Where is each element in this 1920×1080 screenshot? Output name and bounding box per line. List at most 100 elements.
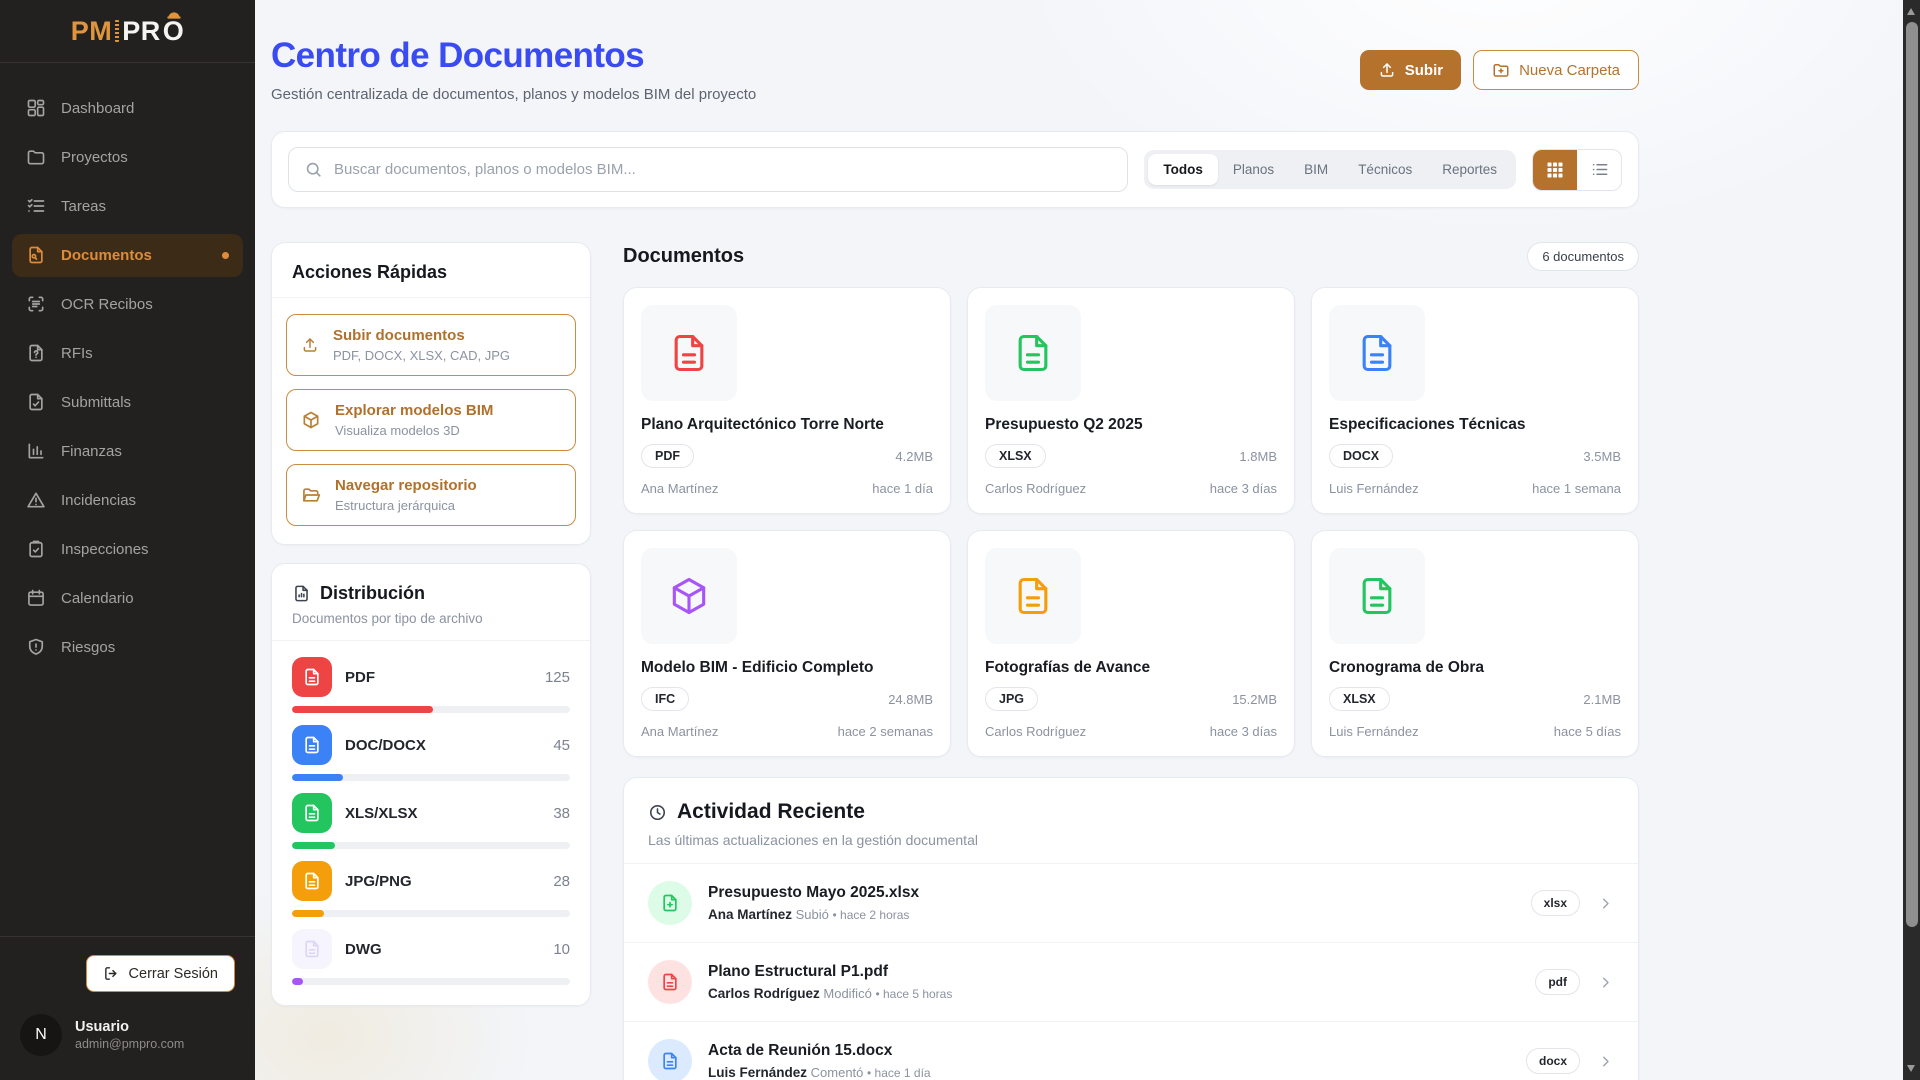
sidebar-item-label: Dashboard bbox=[61, 100, 134, 117]
file-type-icon bbox=[292, 725, 332, 765]
activity-ext-pill: xlsx bbox=[1531, 890, 1580, 916]
file-type-label: JPG/PNG bbox=[345, 873, 412, 890]
filter-tab-bim[interactable]: BIM bbox=[1289, 154, 1343, 185]
distribution-row-jpg-png: JPG/PNG 28 bbox=[292, 861, 570, 917]
document-card[interactable]: Fotografías de Avance JPG 15.2MB Carlos … bbox=[967, 530, 1295, 757]
activity-meta: Carlos Rodríguez Modificó • hace 5 horas bbox=[708, 986, 952, 1001]
filter-tab-reportes[interactable]: Reportes bbox=[1427, 154, 1512, 185]
sidebar-item-submittals[interactable]: Submittals bbox=[12, 381, 243, 424]
logout-button[interactable]: Cerrar Sesión bbox=[86, 955, 235, 992]
sidebar-item-proyectos[interactable]: Proyectos bbox=[12, 136, 243, 179]
distribution-bar bbox=[292, 978, 570, 985]
search-box[interactable] bbox=[288, 147, 1128, 192]
sidebar-item-dashboard[interactable]: Dashboard bbox=[12, 87, 243, 130]
quick-action-cube[interactable]: Explorar modelos BIM Visualiza modelos 3… bbox=[286, 389, 576, 451]
main-content: Centro de Documentos Gestión centralizad… bbox=[255, 0, 1903, 1080]
file-type-icon bbox=[292, 929, 332, 969]
distribution-bar bbox=[292, 706, 570, 713]
user-profile[interactable]: N Usuario admin@pmpro.com bbox=[0, 1006, 255, 1080]
document-author: Ana Martínez bbox=[641, 724, 718, 739]
activity-item[interactable]: Plano Estructural P1.pdf Carlos Rodrígue… bbox=[624, 942, 1638, 1021]
activity-ext-pill: pdf bbox=[1535, 969, 1580, 995]
shield-alert-icon bbox=[26, 637, 47, 658]
sidebar-item-ocr-recibos[interactable]: OCR Recibos bbox=[12, 283, 243, 326]
activity-file-name: Plano Estructural P1.pdf bbox=[708, 963, 952, 981]
chevron-right-icon bbox=[1597, 1053, 1614, 1070]
quick-action-subtitle: Visualiza modelos 3D bbox=[335, 423, 493, 438]
activity-item[interactable]: Acta de Reunión 15.docx Luis Fernández C… bbox=[624, 1021, 1638, 1080]
filter-tab-planos[interactable]: Planos bbox=[1218, 154, 1289, 185]
search-input[interactable] bbox=[334, 161, 1112, 178]
alert-triangle-icon bbox=[26, 490, 47, 511]
file-type-icon bbox=[292, 657, 332, 697]
window-scrollbar[interactable] bbox=[1903, 0, 1920, 1080]
distribution-row-dwg: DWG 10 bbox=[292, 929, 570, 985]
sidebar-item-tareas[interactable]: Tareas bbox=[12, 185, 243, 228]
document-size: 3.5MB bbox=[1583, 449, 1621, 464]
grid-view-button[interactable] bbox=[1533, 150, 1577, 190]
logo-text-pr: PR bbox=[122, 16, 161, 47]
file-type-icon bbox=[292, 793, 332, 833]
sidebar-item-rfis[interactable]: RFIs bbox=[12, 332, 243, 375]
document-author: Ana Martínez bbox=[641, 481, 718, 496]
document-name: Modelo BIM - Edificio Completo bbox=[641, 659, 933, 677]
document-time: hace 3 días bbox=[1210, 724, 1277, 739]
document-size: 1.8MB bbox=[1239, 449, 1277, 464]
scrollbar-thumb[interactable] bbox=[1906, 22, 1918, 927]
sidebar-item-label: Riesgos bbox=[61, 639, 115, 656]
recent-activity-card: Actividad Reciente Las últimas actualiza… bbox=[623, 777, 1639, 1080]
file-type-icon bbox=[292, 861, 332, 901]
document-name: Especificaciones Técnicas bbox=[1329, 416, 1621, 434]
quick-action-upload[interactable]: Subir documentos PDF, DOCX, XLSX, CAD, J… bbox=[286, 314, 576, 376]
scrollbar-down-arrow[interactable] bbox=[1907, 1065, 1915, 1072]
file-plus-icon bbox=[648, 881, 692, 925]
quick-action-subtitle: Estructura jerárquica bbox=[335, 498, 477, 513]
documents-section-title: Documentos bbox=[623, 245, 744, 268]
quick-actions-card: Acciones Rápidas Subir documentos PDF, D… bbox=[271, 242, 591, 545]
sidebar-item-riesgos[interactable]: Riesgos bbox=[12, 626, 243, 669]
list-view-button[interactable] bbox=[1577, 150, 1621, 190]
sidebar-item-label: Inspecciones bbox=[61, 541, 149, 558]
file-chart-icon bbox=[292, 584, 311, 603]
filter-tab-todos[interactable]: Todos bbox=[1148, 154, 1218, 185]
scrollbar-up-arrow[interactable] bbox=[1907, 8, 1915, 15]
sidebar-nav: Dashboard Proyectos Tareas Documentos OC… bbox=[0, 73, 255, 683]
distribution-bar bbox=[292, 910, 570, 917]
document-name: Fotografías de Avance bbox=[985, 659, 1277, 677]
document-card[interactable]: Plano Arquitectónico Torre Norte PDF 4.2… bbox=[623, 287, 951, 514]
documents-count-badge: 6 documentos bbox=[1527, 242, 1639, 271]
sidebar-item-incidencias[interactable]: Incidencias bbox=[12, 479, 243, 522]
activity-file-name: Acta de Reunión 15.docx bbox=[708, 1042, 931, 1060]
upload-button[interactable]: Subir bbox=[1360, 50, 1461, 90]
document-type-pill: IFC bbox=[641, 687, 689, 711]
file-icon bbox=[648, 1039, 692, 1080]
upload-icon bbox=[301, 336, 319, 354]
activity-item[interactable]: Presupuesto Mayo 2025.xlsx Ana Martínez … bbox=[624, 864, 1638, 942]
page-subtitle: Gestión centralizada de documentos, plan… bbox=[271, 86, 756, 103]
sidebar-item-calendario[interactable]: Calendario bbox=[12, 577, 243, 620]
document-card[interactable]: Presupuesto Q2 2025 XLSX 1.8MB Carlos Ro… bbox=[967, 287, 1295, 514]
sidebar-item-documentos[interactable]: Documentos bbox=[12, 234, 243, 277]
sidebar-item-label: Finanzas bbox=[61, 443, 122, 460]
sidebar-divider bbox=[0, 62, 255, 63]
document-size: 4.2MB bbox=[895, 449, 933, 464]
quick-action-folder-open[interactable]: Navegar repositorio Estructura jerárquic… bbox=[286, 464, 576, 526]
bar-chart-icon bbox=[26, 441, 47, 462]
logo-text-pm: PM bbox=[71, 16, 113, 47]
chevron-right-icon bbox=[1597, 895, 1614, 912]
filter-tab-técnicos[interactable]: Técnicos bbox=[1343, 154, 1427, 185]
folder-icon bbox=[26, 147, 47, 168]
file-icon bbox=[648, 960, 692, 1004]
sidebar-item-finanzas[interactable]: Finanzas bbox=[12, 430, 243, 473]
logout-icon bbox=[103, 965, 120, 982]
activity-meta: Ana Martínez Subió • hace 2 horas bbox=[708, 907, 919, 922]
new-folder-button[interactable]: Nueva Carpeta bbox=[1473, 50, 1639, 90]
document-card[interactable]: Cronograma de Obra XLSX 2.1MB Luis Ferná… bbox=[1311, 530, 1639, 757]
document-size: 24.8MB bbox=[888, 692, 933, 707]
document-card[interactable]: Especificaciones Técnicas DOCX 3.5MB Lui… bbox=[1311, 287, 1639, 514]
folder-plus-icon bbox=[1492, 61, 1510, 79]
document-card[interactable]: Modelo BIM - Edificio Completo IFC 24.8M… bbox=[623, 530, 951, 757]
file-type-label: DOC/DOCX bbox=[345, 737, 426, 754]
documents-grid: Plano Arquitectónico Torre Norte PDF 4.2… bbox=[623, 287, 1639, 757]
sidebar-item-inspecciones[interactable]: Inspecciones bbox=[12, 528, 243, 571]
